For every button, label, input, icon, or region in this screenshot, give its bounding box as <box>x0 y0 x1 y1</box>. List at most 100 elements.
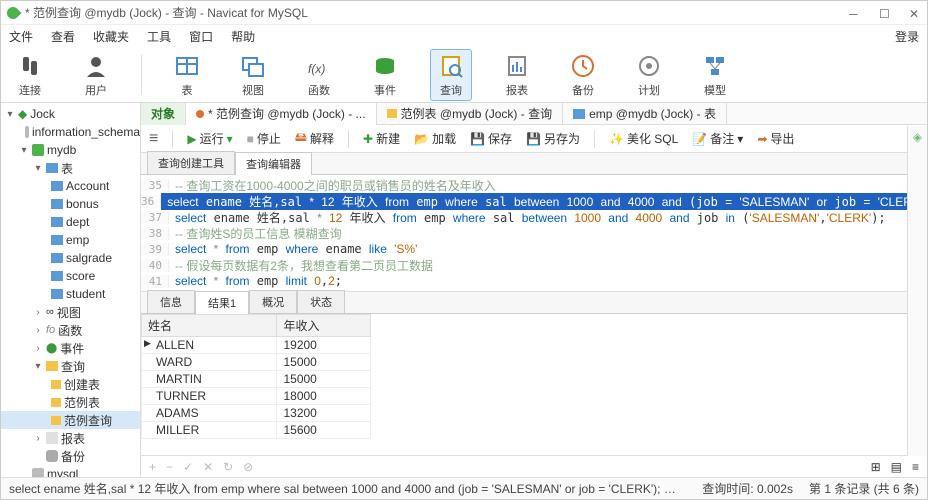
tree-events[interactable]: 事件 <box>60 340 84 357</box>
explain-button[interactable]: 🖴 解释 <box>295 128 334 149</box>
stop-icon[interactable]: ⊘ <box>243 460 253 474</box>
tree-table-item[interactable]: student <box>66 287 105 301</box>
restab-result1[interactable]: 结果1 <box>195 291 249 314</box>
tab-objects[interactable]: 对象 <box>141 103 186 125</box>
conn-button[interactable]: 连接 <box>9 52 51 98</box>
subtab-editor[interactable]: 查询编辑器 <box>235 152 312 175</box>
right-gutter: ◈ <box>907 126 927 456</box>
tree-funcs[interactable]: 函数 <box>58 322 82 339</box>
table-button[interactable]: 表 <box>166 52 208 98</box>
tree-views[interactable]: 视图 <box>57 304 81 321</box>
subtab-builder[interactable]: 查询创建工具 <box>147 151 235 174</box>
tab-table[interactable]: emp @mydb (Jock) - 表 <box>563 103 727 125</box>
status-sql: select ename 姓名,sal * 12 年收入 from emp wh… <box>9 480 686 497</box>
saveas-button[interactable]: 💾 另存为 <box>526 130 580 147</box>
restab-info[interactable]: 信息 <box>147 290 195 313</box>
view-button[interactable]: 视图 <box>232 52 274 98</box>
close-icon[interactable]: ✕ <box>909 7 921 19</box>
query-toolbar: ≡ ▶ 运行 ▾ ■ 停止 🖴 解释 ✚ 新建 📂 加载 💾 保存 💾 另存为 … <box>141 125 927 153</box>
result-tabs: 信息 结果1 概况 状态 <box>141 292 927 314</box>
report-button[interactable]: 报表 <box>496 52 538 98</box>
query-button[interactable]: 查询 <box>430 49 472 101</box>
maximize-icon[interactable]: ☐ <box>879 7 891 19</box>
result-table: 姓名年收入 ALLEN19200 WARD15000 MARTIN15000 T… <box>141 314 371 439</box>
result-grid[interactable]: 姓名年收入 ALLEN19200 WARD15000 MARTIN15000 T… <box>141 314 927 455</box>
table-row: MARTIN15000 <box>142 371 371 388</box>
tree-conn[interactable]: Jock <box>30 107 55 121</box>
event-button[interactable]: 事件 <box>364 52 406 98</box>
tree-table-item[interactable]: dept <box>66 215 89 229</box>
plan-button[interactable]: 计划 <box>628 52 670 98</box>
grid-footer: + − ✓ ✕ ↻ ⊘ ⊞ ▤ ≡ <box>141 455 927 477</box>
tree-queries[interactable]: 查询 <box>61 358 85 375</box>
tree-backups[interactable]: 备份 <box>61 448 85 465</box>
window-title: * 范例查询 @mydb (Jock) - 查询 - Navicat for M… <box>25 4 849 21</box>
run-button[interactable]: ▶ 运行 ▾ <box>187 130 232 147</box>
model-button[interactable]: 模型 <box>694 52 736 98</box>
report-icon <box>503 52 531 80</box>
tree-table-item[interactable]: score <box>66 269 95 283</box>
sidebar: ▾◆Jock information_schema ▾mydb ▾表 Accou… <box>1 103 141 477</box>
tree-query-item[interactable]: 创建表 <box>64 376 100 393</box>
tree-db[interactable]: information_schema <box>32 125 140 139</box>
query-icon <box>437 52 465 80</box>
beautify-button[interactable]: ✨ 美化 SQL <box>609 130 678 147</box>
tree-table-item[interactable]: emp <box>66 233 89 247</box>
commit-icon[interactable]: ✓ <box>183 460 193 474</box>
backup-icon <box>569 52 597 80</box>
menu-icon[interactable]: ≡ <box>149 130 158 148</box>
note-button[interactable]: 📝 备注 ▾ <box>692 130 743 147</box>
minimize-icon[interactable]: ─ <box>849 7 861 19</box>
new-button[interactable]: ✚ 新建 <box>363 130 400 147</box>
sql-editor[interactable]: 35-- 查询工资在1000-4000之间的职员或销售员的姓名及年收入 36se… <box>141 175 927 292</box>
add-row-icon[interactable]: + <box>149 460 156 474</box>
doc-tabs: 对象 * 范例查询 @mydb (Jock) - ... 范例表 @mydb (… <box>141 103 927 125</box>
menu-tools[interactable]: 工具 <box>147 28 171 45</box>
status-record: 第 1 条记录 (共 6 条) <box>809 480 919 497</box>
del-row-icon[interactable]: − <box>166 460 173 474</box>
db-tree[interactable]: ▾◆Jock information_schema ▾mydb ▾表 Accou… <box>1 105 140 477</box>
col-header[interactable]: 姓名 <box>142 315 277 337</box>
grid-view-icon[interactable]: ⊞ <box>871 460 881 474</box>
tab-query[interactable]: 范例表 @mydb (Jock) - 查询 <box>377 103 564 125</box>
table-row: ALLEN19200 <box>142 337 371 354</box>
refresh-icon[interactable]: ↻ <box>223 460 233 474</box>
func-button[interactable]: f(x)函数 <box>298 52 340 98</box>
cancel-icon[interactable]: ✕ <box>203 460 213 474</box>
text-view-icon[interactable]: ≡ <box>912 460 919 474</box>
menu-fav[interactable]: 收藏夹 <box>93 28 129 45</box>
plan-icon <box>635 52 663 80</box>
stop-button: ■ 停止 <box>247 130 281 147</box>
menubar: 文件 查看 收藏夹 工具 窗口 帮助 登录 <box>1 25 927 47</box>
restab-profile[interactable]: 概况 <box>249 290 297 313</box>
menu-window[interactable]: 窗口 <box>189 28 213 45</box>
menu-help[interactable]: 帮助 <box>231 28 255 45</box>
menu-view[interactable]: 查看 <box>51 28 75 45</box>
tab-query-active[interactable]: * 范例查询 @mydb (Jock) - ... <box>186 103 377 125</box>
col-header[interactable]: 年收入 <box>277 315 371 337</box>
tree-db-mydb[interactable]: mydb <box>47 143 76 157</box>
tag-icon[interactable]: ◈ <box>913 130 922 144</box>
query-icon <box>387 109 397 118</box>
user-button[interactable]: 用户 <box>75 52 117 98</box>
load-button[interactable]: 📂 加载 <box>414 130 456 147</box>
backup-button[interactable]: 备份 <box>562 52 604 98</box>
table-icon <box>173 52 201 80</box>
tree-table-item[interactable]: salgrade <box>66 251 112 265</box>
tree-reports[interactable]: 报表 <box>61 430 85 447</box>
tree-table-item[interactable]: bonus <box>66 197 99 211</box>
main-area: 对象 * 范例查询 @mydb (Jock) - ... 范例表 @mydb (… <box>141 103 927 477</box>
tree-table-item[interactable]: Account <box>66 179 109 193</box>
form-view-icon[interactable]: ▤ <box>891 460 902 474</box>
login-link[interactable]: 登录 <box>895 28 919 45</box>
tree-tables[interactable]: 表 <box>61 160 73 177</box>
tree-query-item-active[interactable]: 范例查询 <box>64 412 112 429</box>
tree-db[interactable]: mysql <box>47 467 78 477</box>
save-button[interactable]: 💾 保存 <box>470 130 512 147</box>
menu-file[interactable]: 文件 <box>9 28 33 45</box>
table-row: TURNER18000 <box>142 388 371 405</box>
user-icon <box>82 52 110 80</box>
restab-status[interactable]: 状态 <box>297 290 345 313</box>
tree-query-item[interactable]: 范例表 <box>64 394 100 411</box>
export-button[interactable]: ➡ 导出 <box>757 130 794 147</box>
